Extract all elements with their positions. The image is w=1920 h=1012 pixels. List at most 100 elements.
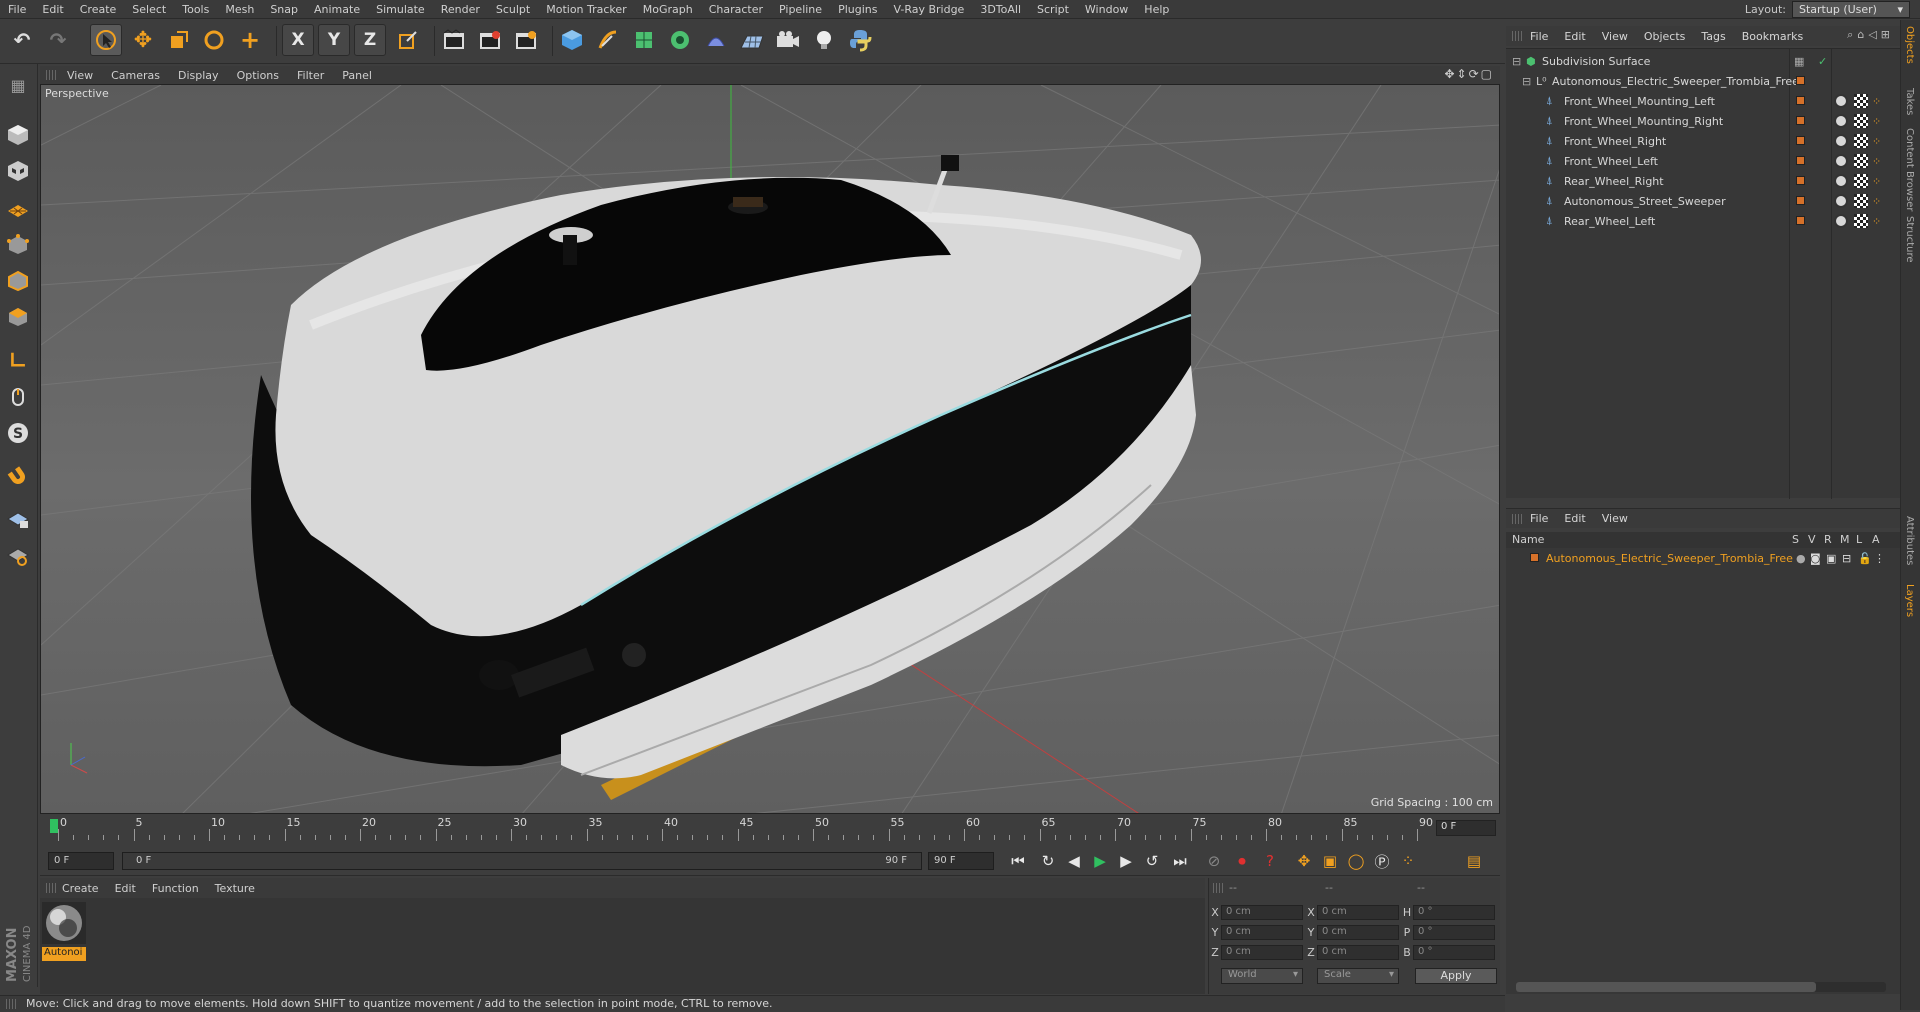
coordinate-space-dropdown[interactable]: World ▾: [1221, 968, 1303, 984]
layer-color-dot[interactable]: [1796, 116, 1805, 125]
start-frame-field[interactable]: 0 F: [48, 852, 114, 870]
previous-frame-icon[interactable]: ◀: [1062, 850, 1086, 872]
key-pla-icon[interactable]: ⁘: [1396, 850, 1420, 872]
collapse-icon[interactable]: ⊟: [1512, 55, 1521, 68]
perspective-viewport[interactable]: Perspective Grid Spacing : 100 cm: [40, 84, 1500, 814]
material-tag-icon[interactable]: [1834, 154, 1848, 168]
record-keys-icon[interactable]: ⊘: [1202, 850, 1226, 872]
previous-key-icon[interactable]: ↻: [1036, 850, 1060, 872]
menu-window[interactable]: Window: [1077, 3, 1136, 16]
cloner-icon[interactable]: [664, 24, 696, 56]
layer-solo-icon[interactable]: ●: [1796, 552, 1806, 565]
go-to-start-icon[interactable]: ⏮: [1006, 850, 1030, 872]
material-menu-texture[interactable]: Texture: [207, 882, 263, 895]
viewport-menu-filter[interactable]: Filter: [288, 69, 333, 82]
planar-workplane-icon[interactable]: [3, 540, 33, 570]
tab-attributes[interactable]: Attributes: [1904, 516, 1915, 565]
tweak-mode-icon[interactable]: [3, 382, 33, 412]
texture-tag-icon[interactable]: [1854, 154, 1868, 168]
layer-color-dot[interactable]: [1796, 156, 1805, 165]
material-tag-icon[interactable]: [1834, 174, 1848, 188]
scale-tool-icon[interactable]: [163, 24, 195, 56]
pen-spline-icon[interactable]: [592, 24, 624, 56]
menu-help[interactable]: Help: [1136, 3, 1177, 16]
layer-render-icon[interactable]: ▣: [1826, 552, 1836, 565]
deformer-icon[interactable]: [700, 24, 732, 56]
tab-content-browser[interactable]: Content Browser: [1904, 128, 1915, 211]
texture-mode-icon[interactable]: [3, 156, 33, 186]
material-tag-icon[interactable]: [1834, 94, 1848, 108]
tab-structure[interactable]: Structure: [1904, 216, 1915, 263]
object-row[interactable]: ⍋ Rear_Wheel_Left ⁘: [1506, 211, 1900, 231]
object-menu-file[interactable]: File: [1522, 30, 1556, 43]
timeline-end-field[interactable]: 0 F: [1436, 820, 1496, 836]
coordinate-system-icon[interactable]: [392, 24, 424, 56]
size-x-field[interactable]: 0 cm: [1317, 904, 1399, 920]
viewport-nav-icons[interactable]: ✥⇕⟳▢: [1444, 67, 1494, 81]
x-axis-toggle[interactable]: X: [282, 24, 314, 56]
menu-select[interactable]: Select: [124, 3, 174, 16]
material-tag-icon[interactable]: [1834, 134, 1848, 148]
viewport-menu-cameras[interactable]: Cameras: [102, 69, 169, 82]
snap-icon[interactable]: S: [3, 418, 33, 448]
menu-pipeline[interactable]: Pipeline: [771, 3, 830, 16]
texture-tag-icon[interactable]: [1854, 114, 1868, 128]
phong-tag-icon[interactable]: ⁘: [1872, 175, 1881, 188]
material-tag-icon[interactable]: [1834, 114, 1848, 128]
layer-color-dot[interactable]: [1796, 96, 1805, 105]
menu-edit[interactable]: Edit: [34, 3, 71, 16]
layer-animation-icon[interactable]: ⋮: [1874, 552, 1885, 565]
rotation-p-field[interactable]: 0 °: [1413, 924, 1495, 940]
material-tag-icon[interactable]: [1834, 214, 1848, 228]
rotate-tool-icon[interactable]: [198, 24, 230, 56]
light-icon[interactable]: [808, 24, 840, 56]
z-axis-toggle[interactable]: Z: [354, 24, 386, 56]
key-scale-icon[interactable]: ▣: [1318, 850, 1342, 872]
render-picture-viewer-icon[interactable]: [474, 24, 506, 56]
y-axis-toggle[interactable]: Y: [318, 24, 350, 56]
viewport-menu-options[interactable]: Options: [228, 69, 288, 82]
material-menu-function[interactable]: Function: [144, 882, 207, 895]
material-menu-create[interactable]: Create: [54, 882, 107, 895]
layer-row[interactable]: Autonomous_Electric_Sweeper_Trombia_Free…: [1506, 548, 1900, 568]
render-view-icon[interactable]: [438, 24, 470, 56]
phong-tag-icon[interactable]: ⁘: [1872, 115, 1881, 128]
undo-icon[interactable]: ↶: [6, 24, 38, 56]
phong-tag-icon[interactable]: ⁘: [1872, 215, 1881, 228]
texture-tag-icon[interactable]: [1854, 194, 1868, 208]
layer-color-dot[interactable]: [1530, 553, 1539, 562]
edges-mode-icon[interactable]: [3, 266, 33, 296]
menu-sculpt[interactable]: Sculpt: [488, 3, 538, 16]
lock-workplane-icon[interactable]: [3, 504, 33, 534]
move-tool-icon[interactable]: ✥: [127, 24, 159, 56]
layer-color-dot[interactable]: [1796, 216, 1805, 225]
layer-horizontal-scrollbar[interactable]: [1516, 982, 1886, 992]
object-menu-bookmarks[interactable]: Bookmarks: [1734, 30, 1811, 43]
object-menu-tags[interactable]: Tags: [1693, 30, 1733, 43]
menu-character[interactable]: Character: [701, 3, 771, 16]
texture-tag-icon[interactable]: [1854, 174, 1868, 188]
object-menu-edit[interactable]: Edit: [1556, 30, 1593, 43]
menu-create[interactable]: Create: [72, 3, 125, 16]
play-icon[interactable]: ▶: [1088, 850, 1112, 872]
phong-tag-icon[interactable]: ⁘: [1872, 95, 1881, 108]
menu-snap[interactable]: Snap: [262, 3, 306, 16]
key-position-icon[interactable]: ✥: [1292, 850, 1316, 872]
autokey-icon[interactable]: ⏺: [1230, 850, 1254, 872]
position-y-field[interactable]: 0 cm: [1221, 924, 1303, 940]
viewport-menu-display[interactable]: Display: [169, 69, 228, 82]
object-row[interactable]: ⍋ Front_Wheel_Left ⁘: [1506, 151, 1900, 171]
render-settings-icon[interactable]: [510, 24, 542, 56]
enabled-check-icon[interactable]: ✓: [1818, 55, 1827, 68]
workplane-mode-icon[interactable]: [3, 192, 33, 222]
material-swatch[interactable]: Autonoi: [42, 902, 86, 961]
phong-tag-icon[interactable]: ⁘: [1872, 195, 1881, 208]
layer-menu-view[interactable]: View: [1594, 512, 1636, 525]
collapse-icon[interactable]: ⊟: [1522, 75, 1531, 88]
layer-color-dot[interactable]: [1796, 76, 1805, 85]
rotation-h-field[interactable]: 0 °: [1413, 904, 1495, 920]
menu-simulate[interactable]: Simulate: [368, 3, 433, 16]
axis-mode-icon[interactable]: ∟: [3, 346, 33, 376]
python-icon[interactable]: [844, 24, 876, 56]
timeline-window-icon[interactable]: ▤: [1462, 850, 1486, 872]
